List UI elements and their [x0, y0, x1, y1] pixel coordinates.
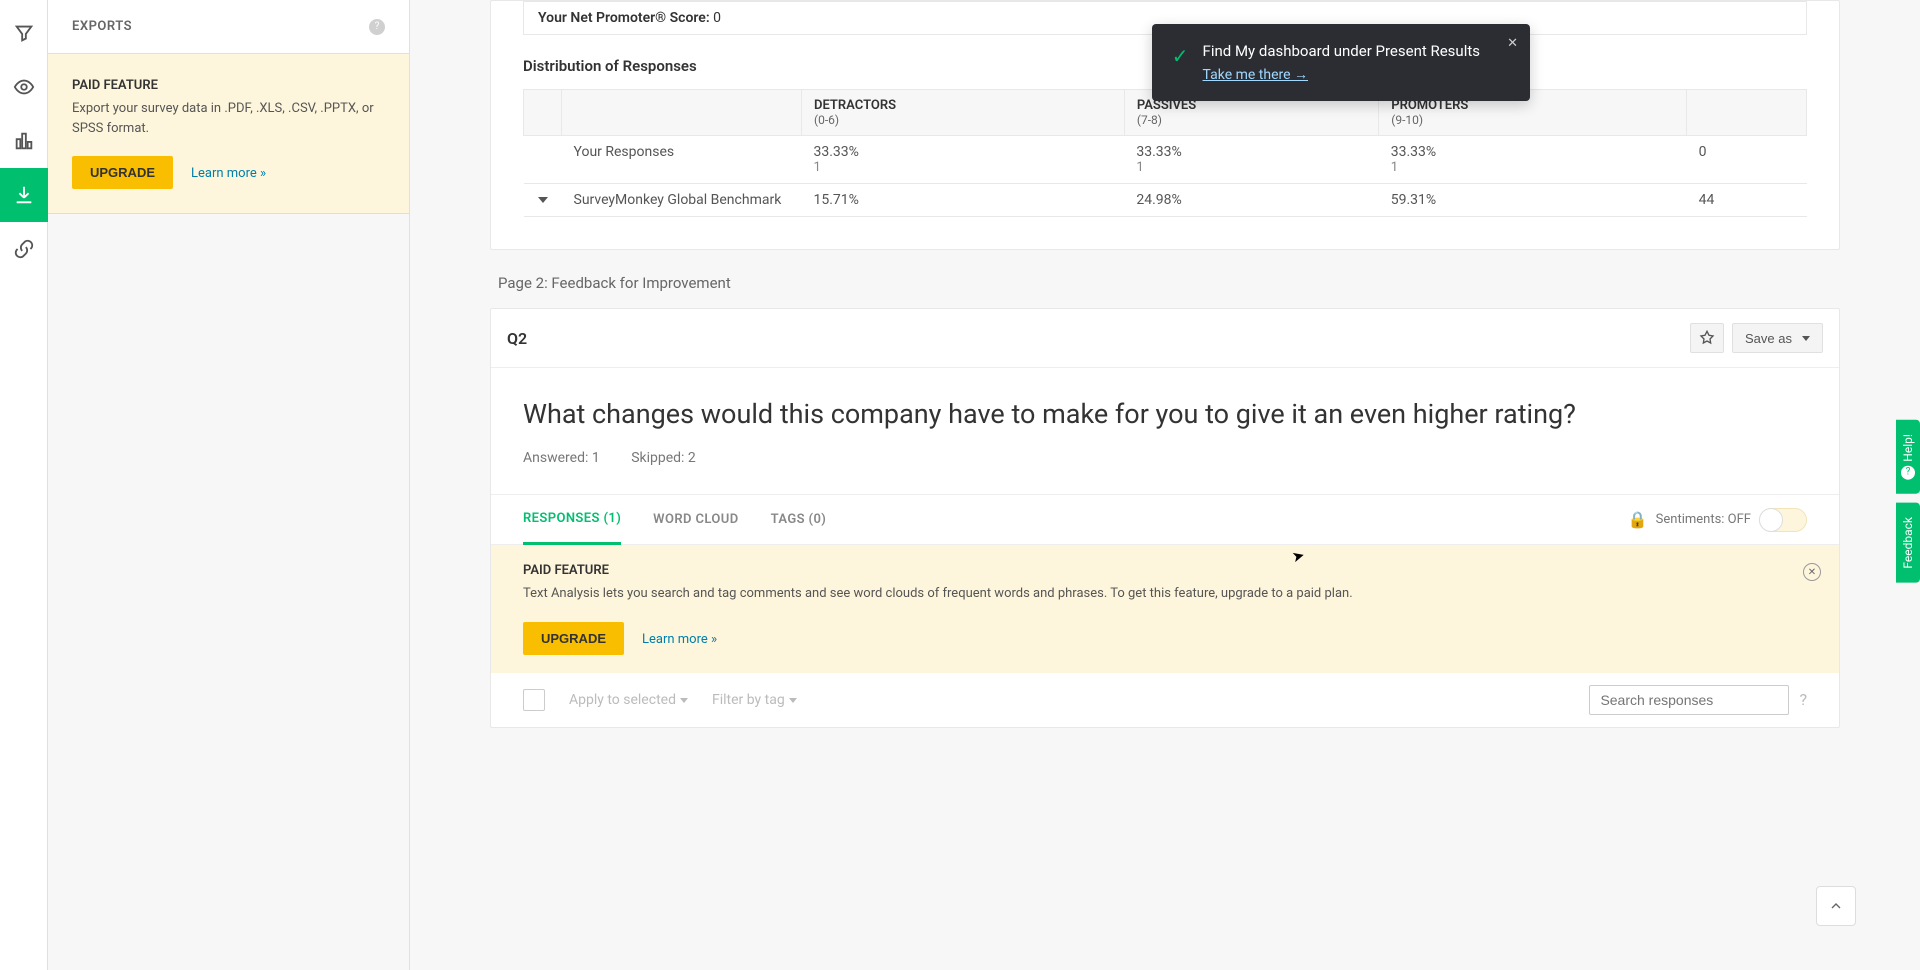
download-icon: [13, 184, 35, 206]
nps-score-label: Your Net Promoter® Score:: [538, 10, 710, 26]
nps-score-value: 0: [713, 10, 721, 26]
toast-link[interactable]: Take me there →: [1203, 66, 1308, 83]
help-icon[interactable]: ?: [369, 19, 385, 35]
question-stats: Answered: 1 Skipped: 2: [523, 450, 1807, 466]
answered-count: Answered: 1: [523, 450, 600, 466]
main-area: Your Net Promoter® Score: 0 Distribution…: [410, 0, 1920, 970]
checkmark-icon: ✓: [1172, 44, 1189, 83]
q2-card-header: Q2 Save as: [491, 309, 1839, 368]
rail-share[interactable]: [0, 222, 48, 276]
table-row: SurveyMonkey Global Benchmark 15.71% 24.…: [524, 184, 1807, 217]
filter-by-tag-dropdown[interactable]: Filter by tag: [712, 692, 797, 708]
close-banner-button[interactable]: ✕: [1803, 563, 1821, 581]
learn-more-link[interactable]: Learn more »: [642, 632, 717, 647]
pin-button[interactable]: [1690, 323, 1724, 353]
side-header: EXPORTS ?: [48, 0, 409, 54]
scroll-to-top-button[interactable]: [1816, 886, 1856, 926]
caret-down-icon: [1802, 336, 1810, 341]
sentiments-toggle-group: 🔒 Sentiments: OFF: [1628, 508, 1807, 532]
distribution-table: DETRACTORS (0-6) PASSIVES (7-8) PROMOTER…: [523, 89, 1807, 217]
question-title: What changes would this company have to …: [523, 396, 1807, 432]
table-row: Your Responses 33.33%1 33.33%1 33.33%1 0: [524, 136, 1807, 184]
rail-present[interactable]: [0, 114, 48, 168]
side-panel: EXPORTS ? PAID FEATURE Export your surve…: [48, 0, 410, 970]
toast-notification: ✓ Find My dashboard under Present Result…: [1152, 24, 1530, 101]
search-responses-input[interactable]: [1589, 685, 1789, 715]
left-rail: [0, 0, 48, 970]
row-label: SurveyMonkey Global Benchmark: [562, 184, 802, 217]
pin-icon: [1699, 330, 1715, 346]
upgrade-button[interactable]: UPGRADE: [72, 156, 173, 189]
question-mark-icon: ?: [1901, 466, 1915, 480]
eye-icon: [13, 76, 35, 98]
chevron-up-icon: [1828, 898, 1844, 914]
paid-feature-desc: Text Analysis lets you search and tag co…: [523, 584, 1807, 604]
side-panel-title: EXPORTS: [72, 19, 132, 34]
caret-down-icon[interactable]: [538, 197, 548, 203]
sentiments-label: Sentiments: OFF: [1656, 512, 1751, 527]
search-input[interactable]: [1600, 692, 1781, 708]
export-paid-feature-box: PAID FEATURE Export your survey data in …: [48, 54, 409, 214]
paid-feature-label: PAID FEATURE: [72, 78, 385, 93]
link-icon: [13, 238, 35, 260]
rail-insights[interactable]: [0, 60, 48, 114]
row-label: Your Responses: [562, 136, 802, 184]
learn-more-link[interactable]: Learn more »: [191, 166, 266, 181]
col-detractors: DETRACTORS (0-6): [802, 90, 1125, 136]
skipped-count: Skipped: 2: [631, 450, 696, 466]
apply-to-selected-dropdown[interactable]: Apply to selected: [569, 692, 688, 708]
tab-wordcloud[interactable]: WORD CLOUD: [653, 496, 738, 543]
page-heading: Page 2: Feedback for Improvement: [498, 274, 1840, 292]
responses-help-icon[interactable]: ?: [1799, 690, 1807, 709]
sentiments-toggle[interactable]: [1759, 508, 1807, 532]
toast-message: Find My dashboard under Present Results: [1203, 42, 1480, 60]
right-help-tabs: ? Help! Feedback: [1896, 420, 1920, 582]
col-last: [1687, 90, 1807, 136]
upgrade-button[interactable]: UPGRADE: [523, 622, 624, 655]
tab-responses[interactable]: RESPONSES (1): [523, 495, 621, 545]
feedback-tab[interactable]: Feedback: [1896, 503, 1920, 583]
tab-tags[interactable]: TAGS (0): [771, 496, 827, 543]
close-toast-button[interactable]: ✕: [1507, 36, 1518, 51]
select-all-checkbox[interactable]: [523, 689, 545, 711]
question-number: Q2: [507, 329, 527, 348]
q2-card: Q2 Save as What changes would this compa…: [490, 308, 1840, 728]
rail-filter[interactable]: [0, 6, 48, 60]
paid-feature-desc: Export your survey data in .PDF, .XLS, .…: [72, 99, 385, 138]
rail-exports[interactable]: [0, 168, 48, 222]
filter-icon: [13, 22, 35, 44]
chart-icon: [13, 130, 35, 152]
response-tabs-row: RESPONSES (1) WORD CLOUD TAGS (0) 🔒 Sent…: [491, 494, 1839, 545]
paid-feature-label: PAID FEATURE: [523, 563, 1807, 578]
caret-down-icon: [789, 698, 797, 703]
save-as-button[interactable]: Save as: [1732, 323, 1823, 353]
caret-down-icon: [680, 698, 688, 703]
help-tab[interactable]: ? Help!: [1896, 420, 1920, 494]
lock-icon: 🔒: [1628, 510, 1648, 529]
responses-filter-row: Apply to selected Filter by tag ?: [491, 673, 1839, 727]
text-analysis-paid-banner: PAID FEATURE Text Analysis lets you sear…: [491, 545, 1839, 673]
